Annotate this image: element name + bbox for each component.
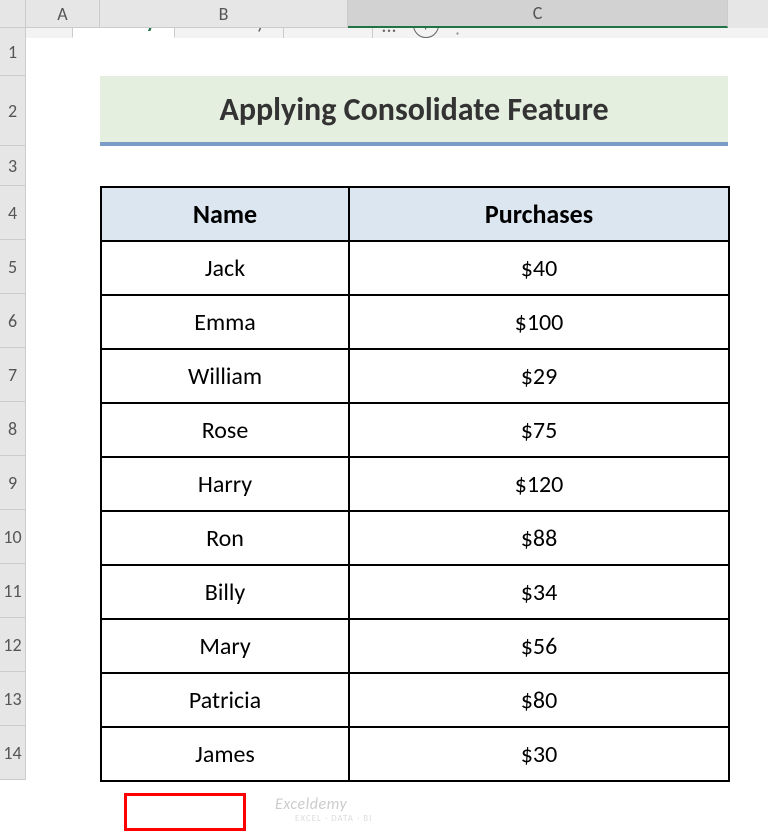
cell-name[interactable]: James (101, 727, 349, 781)
cell-purchases[interactable]: $80 (349, 673, 729, 727)
row-header-4[interactable]: 4 (0, 186, 26, 240)
table-row: Billy$34 (101, 565, 729, 619)
table-row: Rose$75 (101, 403, 729, 457)
select-all-corner[interactable] (0, 0, 26, 28)
row-header-8[interactable]: 8 (0, 402, 26, 456)
cell-purchases[interactable]: $29 (349, 349, 729, 403)
row-header-9[interactable]: 9 (0, 456, 26, 510)
cell-name[interactable]: Mary (101, 619, 349, 673)
table-row: James$30 (101, 727, 729, 781)
cells-area[interactable]: Applying Consolidate Feature Name Purcha… (26, 28, 768, 834)
cell-name[interactable]: Rose (101, 403, 349, 457)
spreadsheet: A B C 1 2 3 4 5 6 7 8 9 10 11 12 13 14 A… (0, 0, 768, 834)
cell-purchases[interactable]: $100 (349, 295, 729, 349)
row-header-5[interactable]: 5 (0, 240, 26, 294)
table-row: Emma$100 (101, 295, 729, 349)
cell-name[interactable]: Emma (101, 295, 349, 349)
col-header-b[interactable]: B (100, 0, 348, 28)
cell-purchases[interactable]: $75 (349, 403, 729, 457)
column-headers: A B C (26, 0, 768, 28)
table-header-row: Name Purchases (101, 187, 729, 241)
cell-purchases[interactable]: $40 (349, 241, 729, 295)
table-row: Harry$120 (101, 457, 729, 511)
row-header-12[interactable]: 12 (0, 618, 26, 672)
row-headers: 1 2 3 4 5 6 7 8 9 10 11 12 13 14 (0, 28, 26, 780)
cell-purchases[interactable]: $88 (349, 511, 729, 565)
cell-purchases[interactable]: $34 (349, 565, 729, 619)
cell-name[interactable]: Patricia (101, 673, 349, 727)
row-header-1[interactable]: 1 (0, 28, 26, 76)
header-purchases[interactable]: Purchases (349, 187, 729, 241)
cell-name[interactable]: Harry (101, 457, 349, 511)
row-header-7[interactable]: 7 (0, 348, 26, 402)
row-header-2[interactable]: 2 (0, 76, 26, 146)
table-row: William$29 (101, 349, 729, 403)
cell-name[interactable]: Jack (101, 241, 349, 295)
row-header-13[interactable]: 13 (0, 672, 26, 726)
row-header-6[interactable]: 6 (0, 294, 26, 348)
data-table: Name Purchases Jack$40 Emma$100 William$… (100, 186, 730, 782)
header-name[interactable]: Name (101, 187, 349, 241)
table-row: Ron$88 (101, 511, 729, 565)
watermark-sub: EXCEL · DATA · BI (295, 813, 372, 824)
row-header-10[interactable]: 10 (0, 510, 26, 564)
table-row: Mary$56 (101, 619, 729, 673)
cell-name[interactable]: William (101, 349, 349, 403)
cell-purchases[interactable]: $30 (349, 727, 729, 781)
cell-purchases[interactable]: $56 (349, 619, 729, 673)
row-header-14[interactable]: 14 (0, 726, 26, 780)
title-cell[interactable]: Applying Consolidate Feature (100, 76, 728, 146)
cell-purchases[interactable]: $120 (349, 457, 729, 511)
table-row: Patricia$80 (101, 673, 729, 727)
row-header-11[interactable]: 11 (0, 564, 26, 618)
cell-name[interactable]: Billy (101, 565, 349, 619)
cell-name[interactable]: Ron (101, 511, 349, 565)
row-header-3[interactable]: 3 (0, 146, 26, 186)
col-header-c[interactable]: C (348, 0, 728, 28)
col-header-a[interactable]: A (26, 0, 100, 28)
table-row: Jack$40 (101, 241, 729, 295)
watermark: Exceldemy (275, 795, 347, 814)
